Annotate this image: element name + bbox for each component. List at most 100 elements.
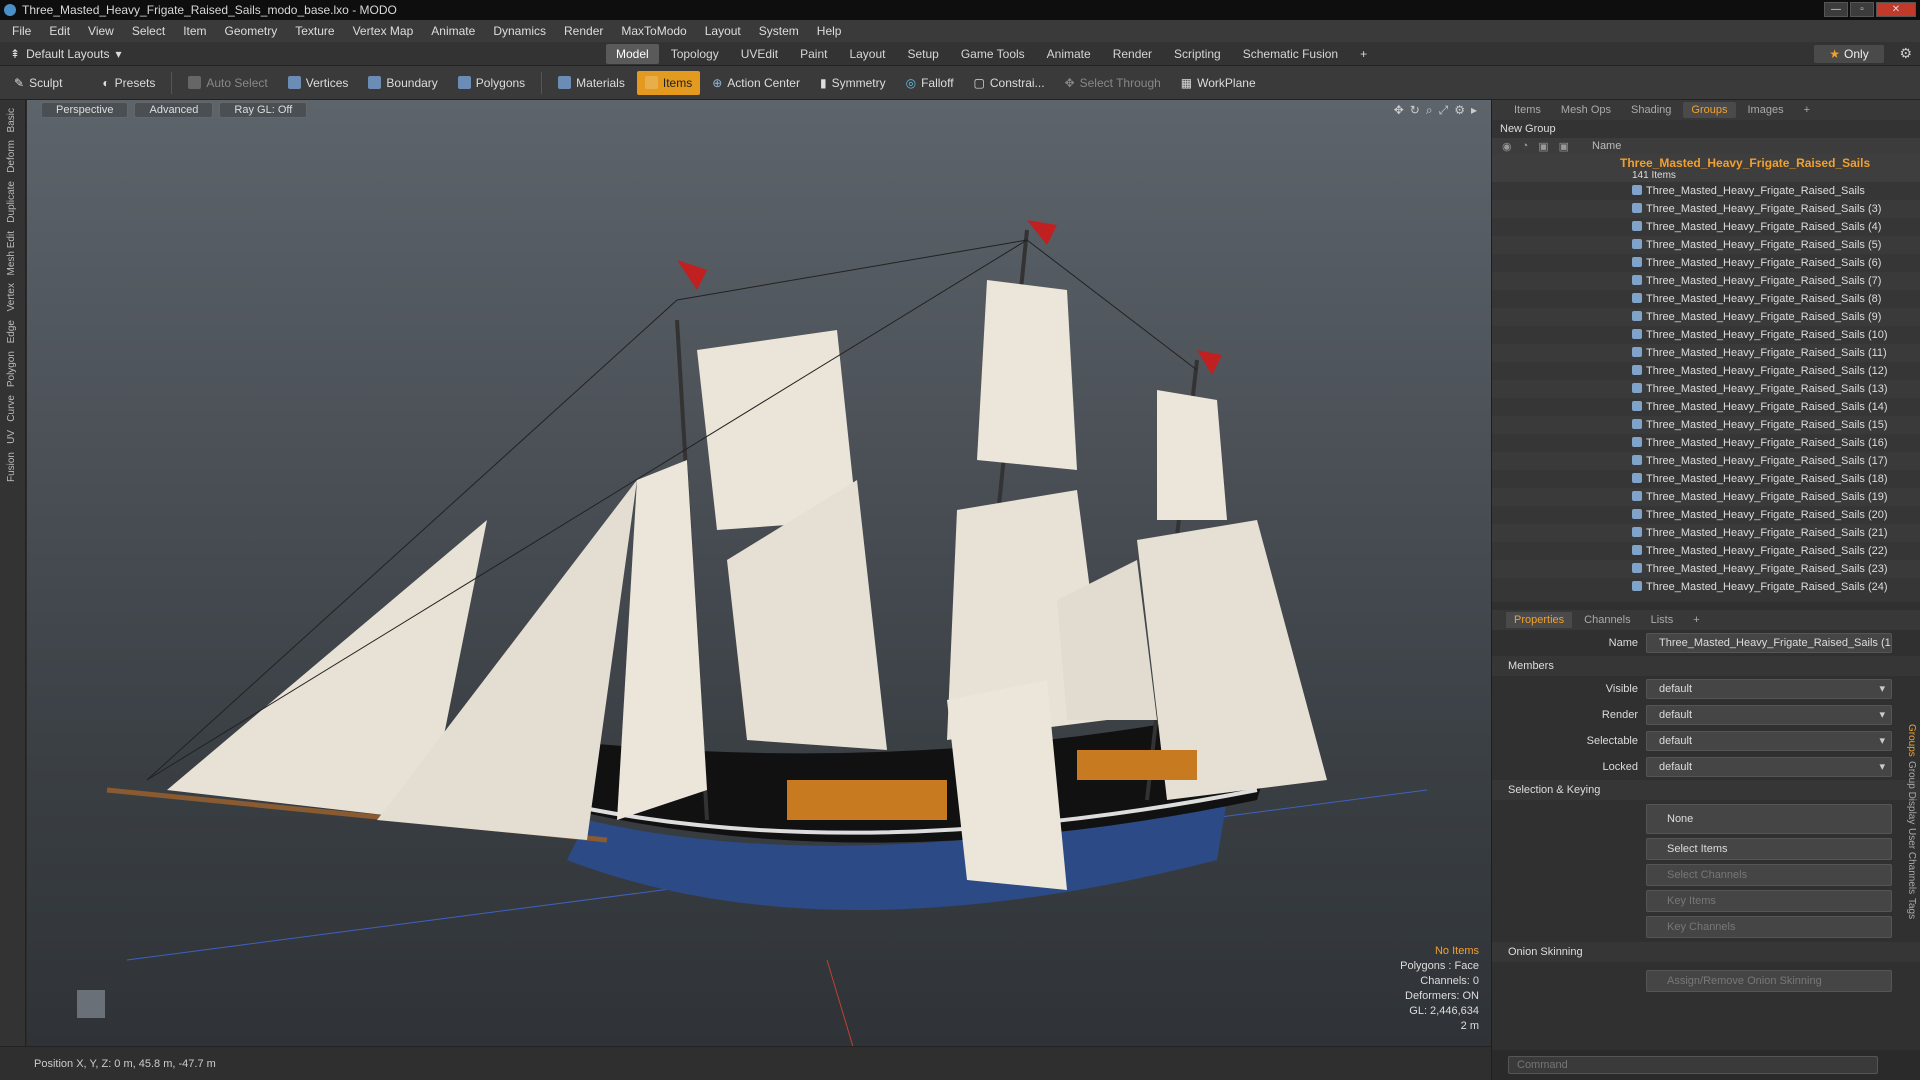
constraints-button[interactable]: ▢ Constrai...	[966, 71, 1053, 95]
tab-schematic-fusion[interactable]: Schematic Fusion	[1233, 44, 1348, 64]
lock-icon[interactable]: ▣	[1538, 140, 1548, 153]
viewport-gear-icon[interactable]: ⚙	[1454, 103, 1465, 118]
menu-texture[interactable]: Texture	[295, 24, 334, 38]
list-item[interactable]: Three_Masted_Heavy_Frigate_Raised_Sails …	[1492, 506, 1920, 524]
menu-dynamics[interactable]: Dynamics	[493, 24, 546, 38]
fit-icon[interactable]: ⤢	[1439, 103, 1449, 118]
tab-channels[interactable]: Channels	[1576, 612, 1638, 628]
left-tab-polygon[interactable]: Polygon	[6, 351, 17, 387]
render-select[interactable]: default ▾	[1646, 705, 1892, 725]
sculpt-button[interactable]: ✎ Sculpt	[6, 71, 70, 95]
none-button[interactable]: None	[1646, 804, 1892, 834]
gear-icon[interactable]: ⚙	[1899, 45, 1912, 62]
groups-tree[interactable]: Three_Masted_Heavy_Frigate_Raised_Sails …	[1492, 154, 1920, 602]
members-section[interactable]: Members	[1492, 656, 1920, 676]
left-tab-vertex[interactable]: Vertex	[6, 283, 17, 311]
raygl-tab[interactable]: Ray GL: Off	[219, 102, 308, 118]
list-item[interactable]: Three_Masted_Heavy_Frigate_Raised_Sails …	[1492, 578, 1920, 596]
left-tab-basic[interactable]: Basic	[6, 108, 17, 132]
tab-groups[interactable]: Groups	[1683, 102, 1736, 118]
list-item[interactable]: Three_Masted_Heavy_Frigate_Raised_Sails …	[1492, 218, 1920, 236]
list-item[interactable]: Three_Masted_Heavy_Frigate_Raised_Sails …	[1492, 542, 1920, 560]
auto-select-button[interactable]: Auto Select	[180, 71, 275, 95]
tab-uvedit[interactable]: UVEdit	[731, 44, 788, 64]
left-tab-duplicate[interactable]: Duplicate	[6, 181, 17, 223]
perspective-tab[interactable]: Perspective	[41, 102, 129, 118]
list-item[interactable]: Three_Masted_Heavy_Frigate_Raised_Sails …	[1492, 560, 1920, 578]
minimize-icon[interactable]: —	[1824, 2, 1848, 17]
list-item[interactable]: Three_Masted_Heavy_Frigate_Raised_Sails …	[1492, 434, 1920, 452]
menu-item[interactable]: Item	[183, 24, 206, 38]
list-item[interactable]: Three_Masted_Heavy_Frigate_Raised_Sails …	[1492, 326, 1920, 344]
tab-paint[interactable]: Paint	[790, 44, 837, 64]
left-tab-mesh-edit[interactable]: Mesh Edit	[6, 231, 17, 275]
add-tab-icon[interactable]: +	[1796, 102, 1818, 118]
name-field[interactable]: Three_Masted_Heavy_Frigate_Raised_Sails …	[1646, 633, 1892, 653]
list-item[interactable]: Three_Masted_Heavy_Frigate_Raised_Sails …	[1492, 524, 1920, 542]
list-item[interactable]: Three_Masted_Heavy_Frigate_Raised_Sails …	[1492, 488, 1920, 506]
menu-animate[interactable]: Animate	[431, 24, 475, 38]
list-item[interactable]: Three_Masted_Heavy_Frigate_Raised_Sails …	[1492, 344, 1920, 362]
key-items-button[interactable]: Key Items	[1646, 890, 1892, 912]
command-input[interactable]	[1508, 1056, 1878, 1074]
polygons-button[interactable]: Polygons	[450, 71, 533, 95]
menu-view[interactable]: View	[88, 24, 114, 38]
vertices-button[interactable]: Vertices	[280, 71, 357, 95]
tab-properties[interactable]: Properties	[1506, 612, 1573, 628]
list-item[interactable]: Three_Masted_Heavy_Frigate_Raised_Sails …	[1492, 290, 1920, 308]
select-icon[interactable]: ▣	[1559, 140, 1569, 153]
list-item[interactable]: Three_Masted_Heavy_Frigate_Raised_Sails …	[1492, 416, 1920, 434]
menu-geometry[interactable]: Geometry	[225, 24, 278, 38]
list-item[interactable]: Three_Masted_Heavy_Frigate_Raised_Sails …	[1492, 380, 1920, 398]
eye-icon[interactable]: ◉	[1502, 140, 1512, 153]
tab-lists[interactable]: Lists	[1643, 612, 1682, 628]
tab-shading[interactable]: Shading	[1623, 102, 1679, 118]
only-button[interactable]: ★ Only	[1814, 45, 1884, 63]
presets-button[interactable]: ◐ Presets	[94, 71, 163, 95]
onion-skinning-section[interactable]: Onion Skinning	[1492, 942, 1920, 962]
list-item[interactable]: Three_Masted_Heavy_Frigate_Raised_Sails …	[1492, 362, 1920, 380]
advanced-tab[interactable]: Advanced	[134, 102, 214, 118]
materials-button[interactable]: Materials	[550, 71, 633, 95]
select-items-button[interactable]: Select Items	[1646, 838, 1892, 860]
add-tab-icon[interactable]: +	[1350, 44, 1377, 64]
tab-render[interactable]: Render	[1103, 44, 1162, 64]
pan-icon[interactable]: ✥	[1394, 103, 1404, 118]
falloff-button[interactable]: ◎ Falloff	[898, 71, 962, 95]
list-item[interactable]: Three_Masted_Heavy_Frigate_Raised_Sails …	[1492, 470, 1920, 488]
tab-game-tools[interactable]: Game Tools	[951, 44, 1035, 64]
left-tab-curve[interactable]: Curve	[6, 395, 17, 422]
viewport-menu-icon[interactable]: ▸	[1471, 103, 1477, 118]
list-item[interactable]: Three_Masted_Heavy_Frigate_Raised_Sails …	[1492, 254, 1920, 272]
selectable-select[interactable]: default ▾	[1646, 731, 1892, 751]
list-item[interactable]: Three_Masted_Heavy_Frigate_Raised_Sails …	[1492, 236, 1920, 254]
menu-maxtomodo[interactable]: MaxToModo	[621, 24, 686, 38]
list-item[interactable]: Three_Masted_Heavy_Frigate_Raised_Sails …	[1492, 308, 1920, 326]
tab-mesh-ops[interactable]: Mesh Ops	[1553, 102, 1619, 118]
selection-keying-section[interactable]: Selection & Keying	[1492, 780, 1920, 800]
menu-layout[interactable]: Layout	[705, 24, 741, 38]
menu-vertex-map[interactable]: Vertex Map	[353, 24, 414, 38]
left-tab-uv[interactable]: UV	[6, 430, 17, 444]
name-column-header[interactable]: Name	[1592, 140, 1621, 152]
key-channels-button[interactable]: Key Channels	[1646, 916, 1892, 938]
side-tab-groups[interactable]: Groups	[1906, 724, 1917, 757]
menu-help[interactable]: Help	[817, 24, 842, 38]
select-channels-button[interactable]: Select Channels	[1646, 864, 1892, 886]
side-tab-tags[interactable]: Tags	[1906, 898, 1917, 919]
left-tab-fusion[interactable]: Fusion	[6, 452, 17, 482]
left-tab-edge[interactable]: Edge	[6, 320, 17, 343]
menu-select[interactable]: Select	[132, 24, 165, 38]
side-tab-group-display[interactable]: Group Display	[1906, 761, 1917, 824]
list-item[interactable]: Three_Masted_Heavy_Frigate_Raised_Sails …	[1492, 200, 1920, 218]
add-tab-icon[interactable]: +	[1685, 612, 1707, 628]
rotate-icon[interactable]: ↻	[1410, 103, 1420, 118]
list-item[interactable]: Three_Masted_Heavy_Frigate_Raised_Sails …	[1492, 272, 1920, 290]
workplane-button[interactable]: ▦ WorkPlane	[1173, 71, 1264, 95]
locked-select[interactable]: default ▾	[1646, 757, 1892, 777]
assign-onion-button[interactable]: Assign/Remove Onion Skinning	[1646, 970, 1892, 992]
menu-render[interactable]: Render	[564, 24, 603, 38]
render-icon[interactable]: ◔	[1522, 140, 1529, 153]
symmetry-button[interactable]: ▮ Symmetry	[812, 71, 894, 95]
side-tab-user-channels[interactable]: User Channels	[1906, 828, 1917, 894]
